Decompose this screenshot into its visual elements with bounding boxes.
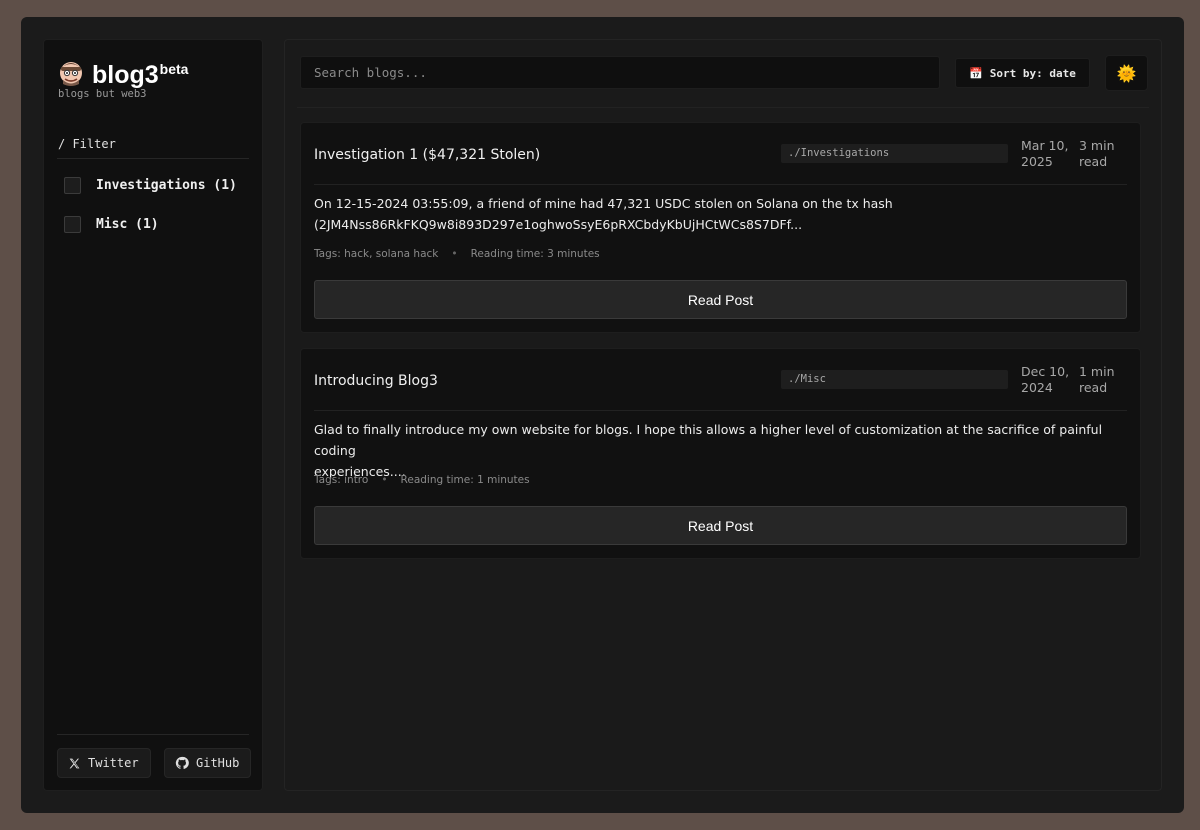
divider xyxy=(297,107,1149,108)
post-read-time: 3 min read xyxy=(1079,138,1115,169)
post-category: ./Investigations xyxy=(781,144,1008,163)
filter-investigations[interactable]: Investigations (1) xyxy=(64,177,237,194)
github-icon xyxy=(175,756,189,769)
post-date: Dec 10, 2024 xyxy=(1021,364,1070,395)
read-post-button[interactable]: Read Post xyxy=(314,280,1127,319)
search-input[interactable] xyxy=(300,56,940,89)
brand-tagline: blogs but web3 xyxy=(58,88,147,100)
meta-separator: • xyxy=(451,248,458,260)
divider xyxy=(314,410,1127,411)
main-panel: 📅 Sort by: date 🌞 Investigation 1 ($47,3… xyxy=(284,39,1162,791)
sort-button[interactable]: 📅 Sort by: date xyxy=(955,58,1090,88)
social-label: GitHub xyxy=(196,756,240,770)
post-read-time: 1 min read xyxy=(1079,364,1115,395)
social-label: Twitter xyxy=(88,756,139,770)
post-card: Introducing Blog3 ./Misc Dec 10, 2024 1 m… xyxy=(300,348,1141,559)
filter-misc[interactable]: Misc (1) xyxy=(64,216,159,233)
github-link[interactable]: GitHub xyxy=(164,748,251,778)
app-window: blog3beta blogs but web3 / Filter Invest… xyxy=(21,17,1184,813)
filter-misc-checkbox[interactable] xyxy=(64,216,81,233)
divider xyxy=(314,184,1127,185)
filter-label: Investigations (1) xyxy=(96,178,237,193)
brand-beta-badge: beta xyxy=(159,61,189,77)
x-twitter-icon xyxy=(69,758,80,768)
sun-icon: 🌞 xyxy=(1116,63,1137,83)
post-excerpt: Glad to finally introduce my own website… xyxy=(314,422,1103,479)
post-title[interactable]: Introducing Blog3 xyxy=(314,373,438,389)
theme-toggle-button[interactable]: 🌞 xyxy=(1105,55,1148,91)
brand[interactable]: blog3beta xyxy=(57,54,188,90)
post-category: ./Misc xyxy=(781,370,1008,389)
post-reading-time: Reading time: 3 minutes xyxy=(470,248,600,260)
post-card: Investigation 1 ($47,321 Stolen) ./Inves… xyxy=(300,122,1141,333)
filter-investigations-checkbox[interactable] xyxy=(64,177,81,194)
filter-label: Misc (1) xyxy=(96,217,159,232)
post-date: Mar 10, 2025 xyxy=(1021,138,1069,169)
avatar-icon xyxy=(60,62,82,86)
sort-label: Sort by: date xyxy=(989,66,1076,80)
divider xyxy=(57,158,249,159)
post-tags: Tags: intro xyxy=(314,474,369,486)
calendar-icon: 📅 xyxy=(969,66,983,80)
brand-name: blog3beta xyxy=(92,61,189,89)
filter-title: / Filter xyxy=(58,137,116,151)
sidebar: blog3beta blogs but web3 / Filter Invest… xyxy=(43,39,263,791)
post-excerpt: On 12-15-2024 03:55:09, a friend of mine… xyxy=(314,196,893,232)
read-post-button[interactable]: Read Post xyxy=(314,506,1127,545)
post-reading-time: Reading time: 1 minutes xyxy=(400,474,530,486)
post-tags: Tags: hack, solana hack xyxy=(314,248,439,260)
meta-separator: • xyxy=(381,474,388,486)
post-meta: Tags: intro • Reading time: 1 minutes xyxy=(314,474,530,486)
twitter-link[interactable]: Twitter xyxy=(57,748,151,778)
post-meta: Tags: hack, solana hack • Reading time: … xyxy=(314,248,600,260)
divider xyxy=(57,734,249,735)
post-title[interactable]: Investigation 1 ($47,321 Stolen) xyxy=(314,147,540,163)
